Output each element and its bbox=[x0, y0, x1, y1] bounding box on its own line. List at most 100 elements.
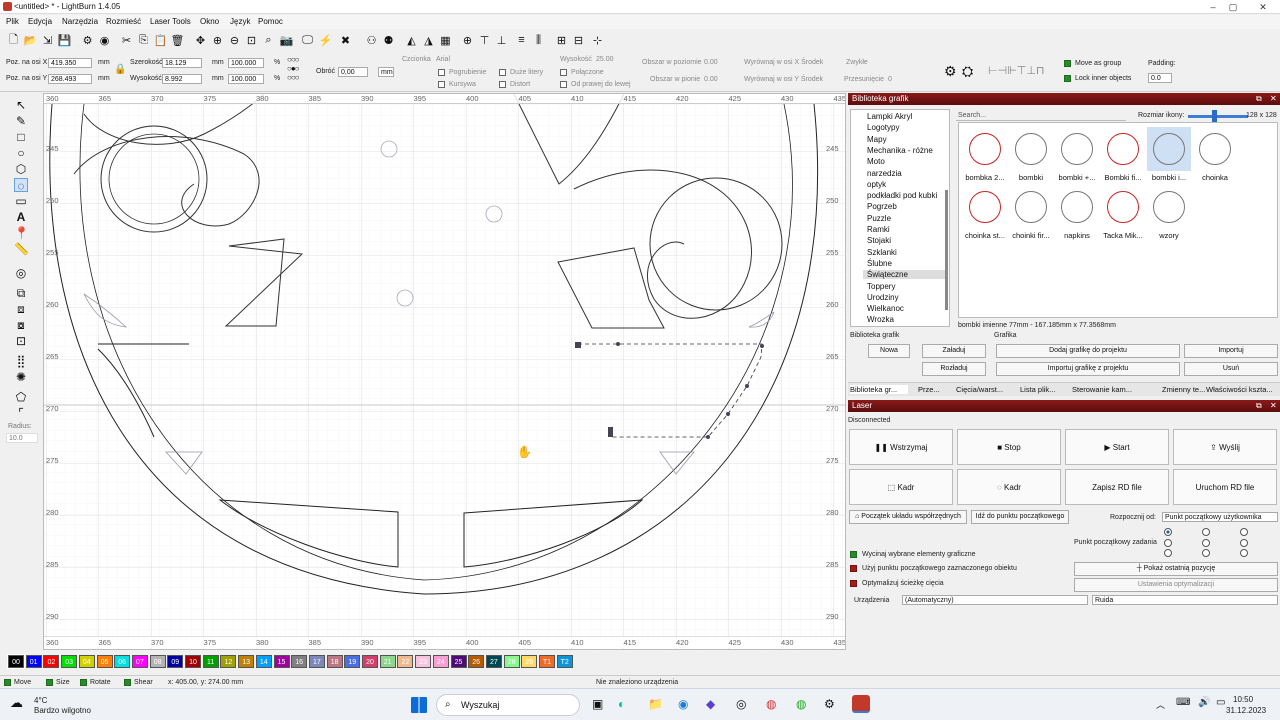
chrome2-icon[interactable]: ◍ bbox=[796, 697, 806, 711]
run-rd-button[interactable]: Uruchom RD file bbox=[1173, 469, 1277, 505]
panel-tab[interactable]: Sterowanie kam... bbox=[1072, 385, 1144, 394]
alignx-select[interactable]: Wyrównaj w osi X Środek bbox=[744, 59, 823, 66]
measure-icon[interactable]: 📏 bbox=[14, 242, 29, 256]
category-item[interactable]: Toppery bbox=[867, 282, 895, 291]
align-middle-icon[interactable]: ≡ bbox=[514, 32, 529, 48]
color-swatch-08[interactable]: 08 bbox=[149, 655, 166, 668]
align-top-icon[interactable]: ⊤ bbox=[477, 32, 492, 48]
new-library-button[interactable]: Nowa bbox=[868, 344, 910, 358]
distribute-v-icon[interactable]: ⊟ bbox=[571, 32, 586, 48]
category-item[interactable]: Mapy bbox=[867, 135, 887, 144]
boolean-diff-icon[interactable]: ⧈ bbox=[14, 302, 28, 316]
open-folder-icon[interactable]: 📂 bbox=[23, 32, 38, 48]
color-swatch-12[interactable]: 12 bbox=[220, 655, 237, 668]
group-icon[interactable]: ⚇ bbox=[364, 32, 379, 48]
category-item[interactable]: Świąteczne bbox=[863, 270, 945, 280]
color-swatch-16[interactable]: 16 bbox=[291, 655, 308, 668]
menu-okno[interactable]: Okno bbox=[200, 17, 219, 26]
color-swatch-05[interactable]: 05 bbox=[96, 655, 113, 668]
color-swatch-21[interactable]: 21 bbox=[379, 655, 396, 668]
category-item[interactable]: Ślubne bbox=[867, 259, 892, 268]
lock-icon[interactable]: 🔒 bbox=[114, 64, 126, 75]
send-button[interactable]: ⇪ Wyślij bbox=[1173, 429, 1277, 465]
offset-value[interactable]: 0 bbox=[888, 76, 892, 83]
color-swatch-10[interactable]: 10 bbox=[185, 655, 201, 668]
origin-radio-ml[interactable] bbox=[1164, 539, 1172, 547]
save-icon[interactable]: 💾 bbox=[57, 32, 72, 48]
bold-checkbox[interactable] bbox=[438, 69, 445, 76]
device-settings-icon[interactable]: ◉ bbox=[97, 32, 112, 48]
category-item[interactable]: Stojaki bbox=[867, 236, 891, 245]
node-handle-1[interactable] bbox=[575, 342, 581, 348]
upper-checkbox[interactable] bbox=[499, 69, 506, 76]
mirror-h-icon[interactable]: ◭ bbox=[404, 32, 419, 48]
zoom-frame-icon[interactable]: ⊡ bbox=[244, 32, 259, 48]
color-swatch-15[interactable]: 15 bbox=[273, 655, 290, 668]
library-thumbnail[interactable]: bombka 2... bbox=[963, 127, 1007, 182]
rectangle-icon[interactable]: □ bbox=[14, 130, 28, 144]
color-swatch-09[interactable]: 09 bbox=[167, 655, 184, 668]
array-icon[interactable]: ▦ bbox=[438, 32, 453, 48]
tools-icon[interactable]: ✖ bbox=[338, 32, 353, 48]
zoom-in-icon[interactable]: ⊕ bbox=[210, 32, 225, 48]
edge-icon[interactable]: ◐ bbox=[618, 697, 625, 711]
weather-icon[interactable]: ☁ bbox=[10, 695, 23, 711]
italic-checkbox[interactable] bbox=[438, 81, 445, 88]
color-swatch-01[interactable]: 01 bbox=[25, 655, 42, 668]
paste-icon[interactable]: 📋 bbox=[153, 32, 168, 48]
category-item[interactable]: Mechanika - różne bbox=[867, 146, 933, 155]
color-swatch-29[interactable]: 29 bbox=[521, 655, 538, 668]
pos-x-input[interactable]: 419.350 bbox=[48, 58, 92, 68]
category-item[interactable]: Puzzle bbox=[867, 214, 891, 223]
app-purple-icon[interactable]: ◆ bbox=[706, 697, 715, 711]
color-swatch-04[interactable]: 04 bbox=[78, 655, 95, 668]
new-file-icon[interactable]: 🗋 bbox=[6, 32, 21, 48]
mirror-v-icon[interactable]: ◮ bbox=[421, 32, 436, 48]
menu-narzedzia[interactable]: Narzędzia bbox=[62, 17, 98, 26]
edit-nodes-icon[interactable]: ✎ bbox=[14, 114, 28, 128]
color-swatch-24[interactable]: 24 bbox=[432, 655, 449, 668]
vspace-value[interactable]: 0.00 bbox=[704, 76, 718, 83]
chrome-icon[interactable]: ◍ bbox=[766, 697, 776, 711]
laser-close-icon[interactable]: ✕ bbox=[1270, 400, 1277, 412]
move-to-laser-icon[interactable]: ⊹ bbox=[590, 32, 605, 48]
node-3[interactable] bbox=[760, 344, 764, 348]
library-search-input[interactable]: Search... bbox=[956, 111, 1126, 121]
align-tools-icon[interactable]: ⊢⊣⊩⊤⊥⊓ bbox=[988, 64, 1045, 77]
optimization-settings-button[interactable]: Ustawienia optymalizacji bbox=[1074, 578, 1278, 592]
move-group-checkbox[interactable] bbox=[1064, 60, 1071, 67]
rotate-input[interactable]: 0,00 bbox=[338, 67, 368, 77]
device-name-select[interactable]: Ruida bbox=[1092, 595, 1278, 605]
color-swatch-19[interactable]: 19 bbox=[344, 655, 361, 668]
cut-icon[interactable]: ✂ bbox=[119, 32, 134, 48]
text-icon[interactable]: A bbox=[14, 210, 28, 224]
boolean-intersect-icon[interactable]: ⧇ bbox=[14, 318, 28, 332]
load-library-button[interactable]: Załaduj bbox=[922, 344, 986, 358]
windows-start-icon[interactable] bbox=[411, 697, 427, 713]
category-item[interactable]: Pogrzeb bbox=[867, 202, 897, 211]
frame-icon[interactable]: ▭ bbox=[14, 194, 28, 208]
menu-plik[interactable]: Plik bbox=[6, 17, 19, 26]
draw-lines-icon[interactable]: ◌ bbox=[14, 178, 28, 193]
corner-icon[interactable]: ⌜ bbox=[14, 406, 28, 420]
icon-size-slider[interactable] bbox=[1188, 115, 1248, 118]
icon-size-slider-handle[interactable] bbox=[1212, 110, 1217, 122]
height-input[interactable]: 8.992 bbox=[162, 74, 202, 84]
origin-button[interactable]: ⌂ Początek układu współrzędnych bbox=[849, 510, 967, 524]
scale-x-input[interactable]: 100.000 bbox=[228, 58, 264, 68]
move-status-checkbox[interactable] bbox=[4, 679, 11, 686]
color-swatch-27[interactable]: 27 bbox=[485, 655, 502, 668]
stop-button[interactable]: ■ Stop bbox=[957, 429, 1061, 465]
menu-rozmiesc[interactable]: Rozmieść bbox=[106, 17, 141, 26]
copy-icon[interactable]: ⎘ bbox=[136, 32, 151, 48]
anchor-grid-icon[interactable]: ○○○ ○●○ ○○○ bbox=[287, 55, 313, 85]
zoom-out-icon[interactable]: ⊖ bbox=[227, 32, 242, 48]
optimize-checkbox[interactable] bbox=[850, 580, 857, 587]
menu-edycja[interactable]: Edycja bbox=[28, 17, 52, 26]
origin-radio-tl[interactable] bbox=[1164, 528, 1172, 536]
design-canvas[interactable]: ✋ 360 365 370 375 380 385 390 395 400 405 410 415 42… bbox=[43, 93, 846, 650]
ellipse-icon[interactable]: ○ bbox=[14, 146, 28, 160]
origin-radio-mc[interactable] bbox=[1202, 539, 1210, 547]
color-swatch-06[interactable]: 06 bbox=[114, 655, 131, 668]
use-selection-origin-checkbox[interactable] bbox=[850, 565, 857, 572]
